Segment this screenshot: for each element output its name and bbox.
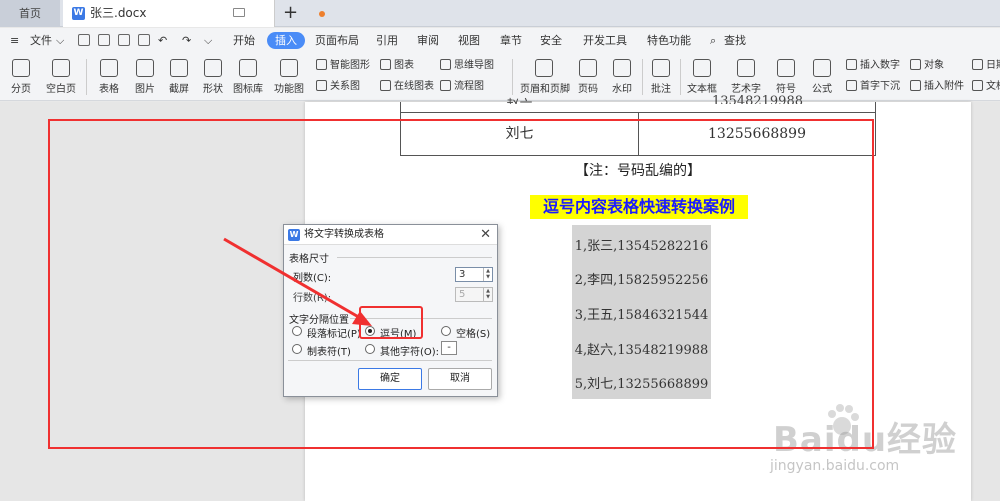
new-tab-plus-icon[interactable]: + <box>283 2 298 24</box>
pi-formula-icon <box>813 59 831 77</box>
picture-icon <box>136 59 154 77</box>
menu-search[interactable]: 查找 <box>724 32 746 49</box>
menu-item-review[interactable]: 审阅 <box>417 32 439 49</box>
function-chart-button[interactable]: 功能图 <box>270 59 308 95</box>
picture-button[interactable]: 图片 <box>130 59 160 95</box>
smart-shape-icon <box>316 59 327 70</box>
smart-shape-button[interactable]: 智能图形 <box>316 59 370 73</box>
page-number-icon <box>579 59 597 77</box>
drop-cap-button[interactable]: 首字下沉 <box>846 80 900 94</box>
menu-item-chapter[interactable]: 章节 <box>500 32 522 49</box>
tab-home[interactable]: 首页 <box>0 0 60 27</box>
menu-item-view[interactable]: 视图 <box>458 32 480 49</box>
online-chart-icon <box>380 80 391 91</box>
art-text-button[interactable]: 艺术字 <box>728 59 764 95</box>
menu-item-security[interactable]: 安全 <box>540 32 562 49</box>
ribbon-divider <box>512 59 513 95</box>
redo-icon[interactable]: ↷ <box>182 32 191 49</box>
object-icon <box>910 59 921 70</box>
chart-button[interactable]: 图表 <box>380 59 414 73</box>
export-pdf-icon[interactable] <box>98 34 110 46</box>
chevron-down-icon[interactable]: ⌵ <box>56 32 64 49</box>
ribbon-divider <box>86 59 87 95</box>
date-button[interactable]: 日期 <box>972 59 1000 73</box>
icon-library-button[interactable]: 图标库 <box>232 59 264 95</box>
print-preview-icon[interactable] <box>138 34 150 46</box>
shape-button[interactable]: 形状 <box>198 59 228 95</box>
save-icon[interactable] <box>78 34 90 46</box>
symbol-button[interactable]: 符号 <box>772 59 800 95</box>
menu-item-references[interactable]: 引用 <box>376 32 398 49</box>
wps-writer-window: { "tabs": {"home": "首页", "doc": "张三.docx… <box>0 0 1000 501</box>
annotation-red-frame <box>48 119 874 449</box>
page-number-button[interactable]: 页码 <box>574 59 602 95</box>
insert-number-icon <box>846 59 857 70</box>
baidu-watermark-url: jingyan.baidu.com <box>770 458 900 474</box>
table-icon <box>100 59 118 77</box>
tab-bar: 首页 W 张三.docx + <box>0 0 1000 27</box>
menu-item-insert[interactable]: 插入 <box>267 32 305 49</box>
ribbon-divider <box>680 59 681 95</box>
textbox-button[interactable]: 文本框 <box>684 59 720 95</box>
paging-icon <box>12 59 30 77</box>
menu-item-features[interactable]: 特色功能 <box>647 32 691 49</box>
blank-page-icon <box>52 59 70 77</box>
table-cell-prev-name: 赵六 <box>401 94 638 104</box>
doc-part-icon <box>972 80 983 91</box>
online-chart-button[interactable]: 在线图表 <box>380 80 434 94</box>
calendar-icon <box>972 59 983 70</box>
tab-document[interactable]: W 张三.docx <box>63 0 325 27</box>
chart-icon <box>380 59 391 70</box>
object-button[interactable]: 对象 <box>910 59 944 73</box>
insert-number-button[interactable]: 插入数字 <box>846 59 900 73</box>
textbox-icon <box>693 59 711 77</box>
annotation-highlight-box <box>359 306 423 339</box>
menu-item-page-layout[interactable]: 页面布局 <box>315 32 359 49</box>
omega-symbol-icon <box>777 59 795 77</box>
customize-toolbar-icon[interactable]: ⌵ <box>204 32 212 49</box>
doc-part-button[interactable]: 文档部件 <box>972 80 1000 94</box>
undo-icon[interactable]: ↶ <box>158 32 167 49</box>
unsaved-dot-icon <box>319 11 325 17</box>
mindmap-button[interactable]: 思维导图 <box>440 59 494 73</box>
header-footer-button[interactable]: 页眉和页脚 <box>520 59 570 95</box>
formula-button[interactable]: 公式 <box>808 59 836 95</box>
shape-icon <box>204 59 222 77</box>
header-footer-icon <box>535 59 553 77</box>
document-tab-name: 张三.docx <box>90 6 147 20</box>
print-icon[interactable] <box>118 34 130 46</box>
insert-attachment-button[interactable]: 插入附件 <box>910 80 964 94</box>
watermark-button[interactable]: 水印 <box>608 59 636 95</box>
menu-item-start[interactable]: 开始 <box>233 32 255 49</box>
menu-bar: ≡ 文件 ⌵ ↶ ↷ ⌵ 开始 插入 页面布局 引用 审阅 视图 章节 安全 开… <box>0 28 1000 53</box>
menu-item-dev-tools[interactable]: 开发工具 <box>583 32 627 49</box>
mindmap-icon <box>440 59 451 70</box>
paperclip-icon <box>910 80 921 91</box>
search-icon[interactable]: ⌕ <box>710 32 716 49</box>
art-text-icon <box>737 59 755 77</box>
ribbon-divider <box>642 59 643 95</box>
paging-button[interactable]: 分页 <box>8 59 34 95</box>
watermark-icon <box>613 59 631 77</box>
blank-page-button[interactable]: 空白页 <box>44 59 78 95</box>
hamburger-menu-icon[interactable]: ≡ <box>10 32 19 49</box>
table-cell-prev-phone: 13548219988 <box>712 94 803 104</box>
menu-file[interactable]: 文件 <box>30 32 52 49</box>
drop-cap-icon <box>846 80 857 91</box>
relation-chart-icon <box>316 80 327 91</box>
wps-writer-icon: W <box>72 7 85 20</box>
flowchart-button[interactable]: 流程图 <box>440 80 484 94</box>
table-button[interactable]: 表格 <box>94 59 124 95</box>
monitor-icon[interactable] <box>233 8 245 17</box>
relation-chart-button[interactable]: 关系图 <box>316 80 360 94</box>
comment-icon <box>652 59 670 77</box>
flowchart-icon <box>440 80 451 91</box>
screenshot-icon <box>170 59 188 77</box>
icon-library-icon <box>239 59 257 77</box>
function-chart-icon <box>280 59 298 77</box>
comment-button[interactable]: 批注 <box>648 59 674 95</box>
screenshot-button[interactable]: 截屏 <box>164 59 194 95</box>
